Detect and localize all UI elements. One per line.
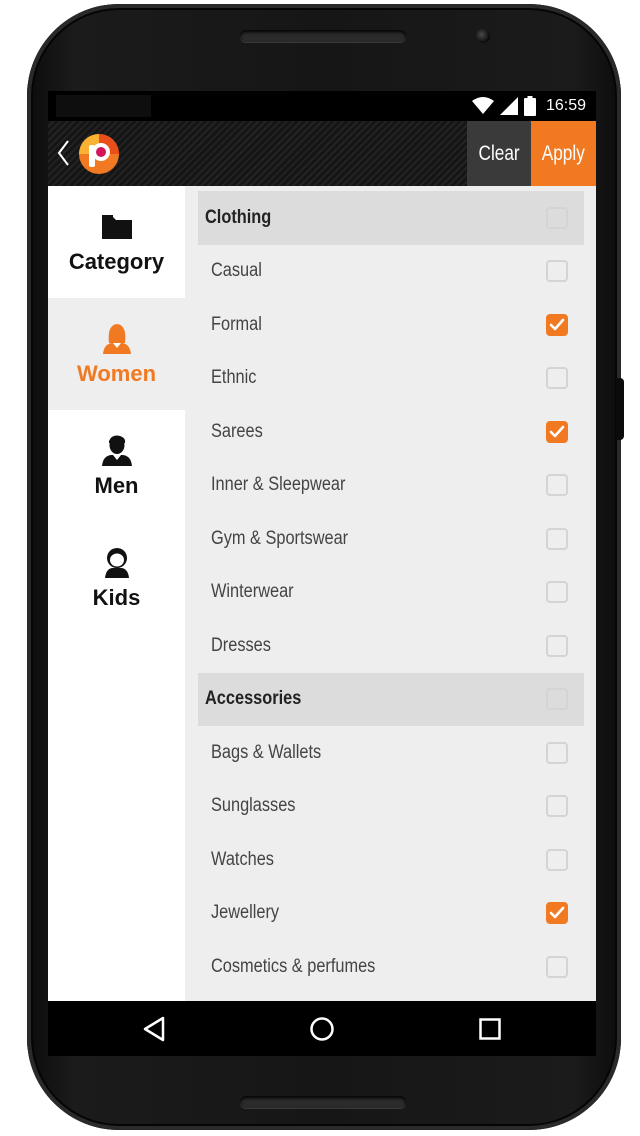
status-bar: 16:59: [48, 91, 596, 121]
power-button[interactable]: [616, 378, 624, 440]
filter-section-header[interactable]: Clothing: [198, 191, 584, 245]
filter-checkbox[interactable]: [546, 527, 568, 550]
filter-row[interactable]: Dresses: [198, 619, 584, 673]
filter-row[interactable]: Formal: [198, 298, 584, 352]
filter-checkbox[interactable]: [546, 367, 568, 390]
filter-label: Watches: [211, 848, 274, 870]
sidebar-item-kids[interactable]: Kids: [48, 522, 185, 634]
filter-label: Casual: [211, 260, 262, 282]
filter-checkbox[interactable]: [546, 955, 568, 978]
filter-checkbox[interactable]: [546, 634, 568, 657]
filter-row[interactable]: Bags & Wallets: [198, 726, 584, 780]
filter-row[interactable]: Watches: [198, 833, 584, 887]
clear-button[interactable]: Clear: [467, 121, 531, 186]
filter-row[interactable]: Sarees: [198, 405, 584, 459]
check-icon: [549, 906, 565, 919]
filter-label: Inner & Sleepwear: [211, 474, 346, 496]
filter-label: Ethnic: [211, 367, 257, 389]
filter-row[interactable]: Casual: [198, 245, 584, 299]
filter-row[interactable]: Winterwear: [198, 566, 584, 620]
filter-checkbox[interactable]: [546, 581, 568, 604]
filter-row[interactable]: Inner & Sleepwear: [198, 459, 584, 513]
filter-checkbox[interactable]: [546, 795, 568, 818]
sidebar-item-label: Kids: [92, 585, 141, 610]
folder-icon: [101, 215, 132, 239]
filter-row[interactable]: Jewellery: [198, 887, 584, 941]
filter-label: Gym & Sportswear: [211, 527, 349, 549]
filter-checkbox[interactable]: [546, 688, 568, 711]
sidebar-item-label: Men: [94, 473, 139, 498]
status-icons: 16:59: [471, 95, 586, 117]
filter-checkbox[interactable]: [546, 474, 568, 497]
woman-icon: [102, 324, 131, 354]
filter-row[interactable]: Cosmetics & perfumes: [198, 940, 584, 994]
filter-row[interactable]: Ethnic: [198, 352, 584, 406]
sidebar-item-women[interactable]: Women: [48, 298, 185, 410]
battery-icon: [523, 96, 536, 116]
apply-button-label: Apply: [541, 141, 586, 165]
filter-label: Cosmetics & perfumes: [211, 955, 376, 977]
filter-label: Dresses: [211, 634, 271, 656]
sidebar-item-label: Category: [68, 249, 165, 274]
check-icon: [549, 318, 565, 331]
wifi-icon: [471, 97, 494, 114]
sidebar: Category Women Men Kids: [48, 186, 185, 1001]
filter-checkbox[interactable]: [546, 313, 568, 336]
nav-home-button[interactable]: [292, 1001, 352, 1056]
section-label: Accessories: [205, 688, 302, 710]
man-icon: [101, 435, 132, 466]
filter-label: Bags & Wallets: [211, 741, 322, 763]
filter-label: Sarees: [211, 420, 263, 442]
back-triangle-icon: [143, 1016, 165, 1041]
clear-button-label: Clear: [478, 141, 520, 165]
toolbar: Clear Apply: [48, 121, 596, 186]
filter-checkbox[interactable]: [546, 902, 568, 925]
earpiece-speaker: [240, 30, 406, 42]
check-icon: [549, 425, 565, 438]
apply-button[interactable]: Apply: [531, 121, 596, 186]
sidebar-item-category[interactable]: Category: [48, 186, 185, 298]
home-circle-icon: [310, 1016, 334, 1041]
filter-label: Sunglasses: [211, 795, 296, 817]
chevron-left-icon: [57, 140, 69, 166]
app-logo[interactable]: [78, 133, 120, 175]
filter-label: Winterwear: [211, 581, 294, 603]
recents-square-icon: [479, 1017, 501, 1040]
navigation-bar: [48, 1001, 596, 1056]
filter-checkbox[interactable]: [546, 848, 568, 871]
nav-back-button[interactable]: [124, 1001, 184, 1056]
filter-list: Clothing Casual Formal Ethnic Sarees Inner & …: [185, 186, 596, 1001]
filter-row[interactable]: Gym & Sportswear: [198, 512, 584, 566]
nav-recents-button[interactable]: [460, 1001, 520, 1056]
screen: 16:59 Clear Apply Category Women Men Kid…: [48, 91, 596, 1056]
filter-row[interactable]: Sunglasses: [198, 780, 584, 834]
kid-icon: [104, 548, 129, 578]
filter-checkbox[interactable]: [546, 206, 568, 229]
sidebar-item-label: Women: [76, 361, 157, 386]
filter-label: Jewellery: [211, 902, 280, 924]
sidebar-item-men[interactable]: Men: [48, 410, 185, 522]
back-button[interactable]: [52, 133, 74, 173]
front-camera: [476, 29, 490, 43]
filter-label: Formal: [211, 313, 262, 335]
bottom-speaker: [240, 1096, 406, 1108]
status-bar-left: [56, 95, 151, 117]
filter-checkbox[interactable]: [546, 741, 568, 764]
filter-checkbox[interactable]: [546, 260, 568, 283]
section-label: Clothing: [205, 206, 272, 228]
status-time: 16:59: [545, 97, 586, 114]
filter-section-header[interactable]: Accessories: [198, 672, 584, 726]
signal-icon: [499, 97, 518, 115]
filter-checkbox[interactable]: [546, 420, 568, 443]
